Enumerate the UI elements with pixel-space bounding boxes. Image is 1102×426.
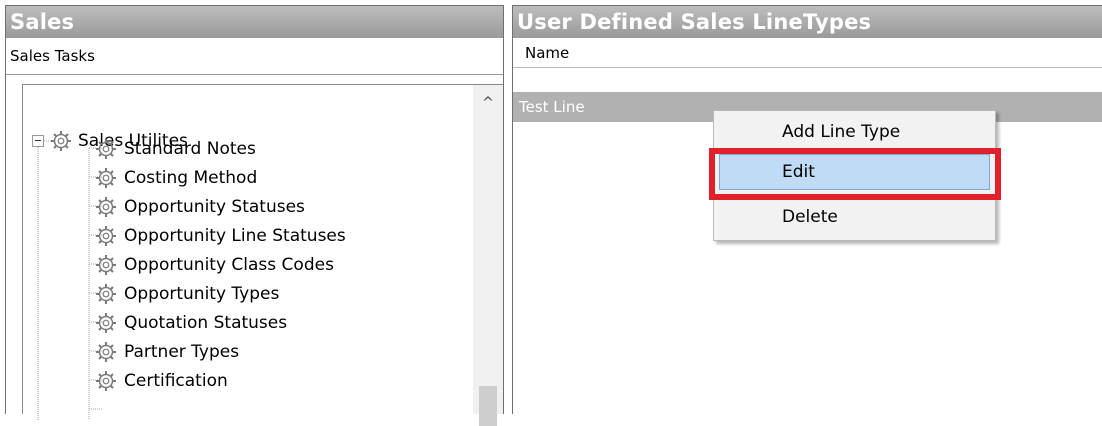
gear-icon [93,312,119,334]
tree-item-label: Quotation Statuses [124,312,288,333]
edit-highlight-annotation [709,148,1001,200]
gear-icon [93,138,119,160]
name-column-header[interactable]: Name [513,39,1102,68]
tree-item-costing-method[interactable]: Costing Method [93,163,257,192]
gear-icon [93,370,119,392]
sales-panel: Sales Sales Tasks Sales Utilites Standar… [5,5,504,426]
tree-item-label: Standard Notes [124,138,256,159]
sales-panel-title: Sales [6,6,503,38]
tree-item-quotation-statuses[interactable]: Quotation Statuses [93,308,287,337]
tree-item-label: Costing Method [124,167,258,188]
sales-utilities-tree[interactable]: Sales Utilites Standard Notes Costing Me… [22,84,503,426]
tree-item-standard-notes[interactable]: Standard Notes [93,134,256,163]
tree-item-label: Opportunity Statuses [124,196,305,217]
sales-tasks-bar[interactable]: Sales Tasks [6,39,503,75]
menu-item-delete[interactable]: Delete [720,200,989,234]
tree-item-certification[interactable]: Certification [93,366,228,395]
tree-item-partner-types[interactable]: Partner Types [93,337,239,366]
tree-item-label: Opportunity Types [124,283,280,304]
scroll-up-arrow-icon[interactable]: ^ [473,91,503,115]
tree-item-opportunity-class-codes[interactable]: Opportunity Class Codes [93,250,334,279]
gear-icon [93,167,119,189]
line-types-panel-title: User Defined Sales LineTypes [513,6,1102,38]
gear-icon [93,341,119,363]
gear-icon [48,130,74,152]
gear-icon [93,196,119,218]
collapse-toggle-icon[interactable] [32,134,44,147]
scrollbar-thumb[interactable] [479,386,497,426]
tree-item-opportunity-types[interactable]: Opportunity Types [93,279,279,308]
tree-scrollbar[interactable]: ^ [473,85,503,426]
menu-item-add-line-type[interactable]: Add Line Type [720,115,989,149]
gear-icon [93,283,119,305]
tree-item-label: Certification [124,370,228,391]
tree-item-opportunity-line-statuses[interactable]: Opportunity Line Statuses [93,221,346,250]
tree-item-label: Partner Types [124,341,240,362]
gear-icon [93,254,119,276]
tree-item-label: Opportunity Line Statuses [124,225,346,246]
gear-icon [93,225,119,247]
tree-item-opportunity-statuses[interactable]: Opportunity Statuses [93,192,305,221]
row-name-cell: Test Line [519,98,585,116]
tree-item-label: Opportunity Class Codes [124,254,334,275]
